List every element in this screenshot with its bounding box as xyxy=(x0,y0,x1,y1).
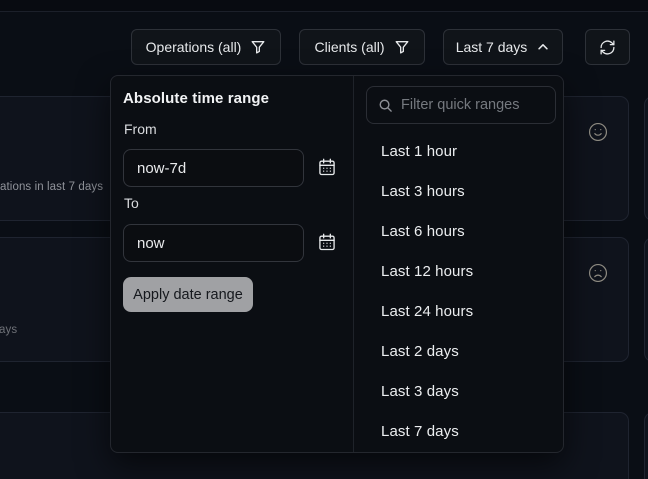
top-navbar-strip xyxy=(0,0,648,11)
quick-ranges-search-box[interactable] xyxy=(366,86,556,124)
card-subtitle-fragment: ays xyxy=(0,324,17,336)
clients-filter-label: Clients (all) xyxy=(314,39,384,55)
dashboard-screen: ations in last 7 days ays Operations (al… xyxy=(0,0,648,479)
search-icon xyxy=(378,98,393,113)
from-label: From xyxy=(124,121,157,137)
card-subtitle-fragment: ations in last 7 days xyxy=(0,181,103,193)
navbar-divider xyxy=(0,11,648,12)
quick-range-option[interactable]: Last 3 days xyxy=(353,371,565,411)
quick-range-option[interactable]: Last 7 days xyxy=(353,411,565,451)
funnel-icon xyxy=(250,39,266,55)
stat-card-next-column xyxy=(644,96,648,221)
apply-date-range-button[interactable]: Apply date range xyxy=(123,277,253,312)
refresh-icon xyxy=(599,39,616,56)
calendar-icon xyxy=(317,157,337,177)
stat-card-next-column xyxy=(644,237,648,362)
time-range-label: Last 7 days xyxy=(456,39,528,55)
time-range-picker-panel: Absolute time range From To Apply date r… xyxy=(110,75,564,453)
operations-filter-label: Operations (all) xyxy=(146,39,242,55)
absolute-time-range-title: Absolute time range xyxy=(123,90,269,107)
time-range-dropdown-button[interactable]: Last 7 days xyxy=(443,29,563,65)
quick-range-option[interactable]: Last 3 hours xyxy=(353,171,565,211)
quick-range-option[interactable]: Last 1 hour xyxy=(353,131,565,171)
quick-range-option[interactable]: Last 24 hours xyxy=(353,291,565,331)
to-label: To xyxy=(124,195,139,211)
funnel-icon xyxy=(394,39,410,55)
to-input[interactable] xyxy=(123,224,304,262)
quick-range-option[interactable]: Last 2 days xyxy=(353,331,565,371)
operations-filter-button[interactable]: Operations (all) xyxy=(131,29,281,65)
quick-ranges-list: Last 1 hourLast 3 hoursLast 6 hoursLast … xyxy=(353,131,565,451)
smiley-face-icon xyxy=(587,121,609,143)
quick-range-option[interactable]: Last 12 hours xyxy=(353,251,565,291)
quick-ranges-filter-input[interactable] xyxy=(401,97,544,113)
stat-card-next-column xyxy=(644,412,648,479)
quick-range-option[interactable]: Last 6 hours xyxy=(353,211,565,251)
calendar-icon xyxy=(317,232,337,252)
to-calendar-button[interactable] xyxy=(315,231,339,255)
from-calendar-button[interactable] xyxy=(315,156,339,180)
chevron-up-icon xyxy=(536,40,550,54)
refresh-button[interactable] xyxy=(585,29,630,65)
from-input[interactable] xyxy=(123,149,304,187)
frown-face-icon xyxy=(587,262,609,284)
clients-filter-button[interactable]: Clients (all) xyxy=(299,29,425,65)
